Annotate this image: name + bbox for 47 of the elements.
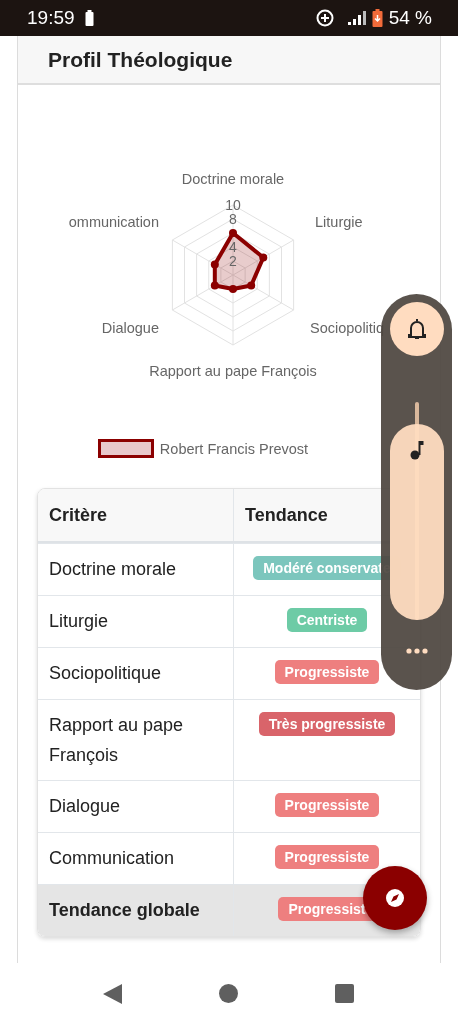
axis-label: Liturgie [315,214,363,230]
axis-label: Dialogue [101,320,159,336]
tick-label: 8 [229,211,237,227]
bell-icon [406,317,427,341]
tendency-badge: Progressiste [274,660,380,684]
tick-label: 4 [229,239,237,255]
table-cell-text: Doctrine morale [48,558,178,581]
table-cell-text: Tendance globale [48,899,201,922]
card-title: Profil Théologique [48,47,233,72]
data-point [210,260,219,269]
data-point [229,285,237,293]
battery-percent: 54 % [388,7,432,29]
tick-label: 2 [229,253,237,269]
table-cell-text: Dialogue [48,795,122,818]
home-icon [219,984,238,1003]
table-cell-text: Liturgie [48,610,110,633]
axis-label: Doctrine morale [181,171,285,187]
data-point [259,253,268,262]
tick-label: 10 [225,197,241,213]
axis-label: Rapport au pape François [149,363,317,379]
clock-time: 19:59 [27,7,75,29]
legend-label: Robert Francis Prevost [159,440,309,457]
tendency-badge: Progressiste [274,845,380,869]
data-point [210,281,219,290]
data-saver-icon [315,9,334,27]
data-point [229,229,237,237]
axis-label: ommunication [68,214,159,230]
data-point [247,281,256,290]
table-cell-text: Sociopolitique [48,662,163,685]
back-icon [103,983,122,1004]
music-note-icon [409,439,424,460]
column-header: Critère [38,489,233,541]
ringer-button[interactable] [389,302,444,356]
data-area [212,231,266,291]
home-button[interactable] [219,984,238,1003]
tendency-badge: Centriste [286,608,368,632]
back-button[interactable] [103,983,122,1004]
battery-icon [84,10,94,26]
tendency-badge: Très progressiste [258,712,396,736]
battery-saver-icon [371,9,383,27]
legend-swatch [97,439,154,458]
more-icon [405,648,428,654]
tendency-badge: Progressiste [274,793,380,817]
recents-icon [335,984,354,1003]
table-cell-text: Rapport au pape François [48,714,185,767]
compass-icon [385,888,405,908]
table-cell-text: Communication [48,847,176,870]
